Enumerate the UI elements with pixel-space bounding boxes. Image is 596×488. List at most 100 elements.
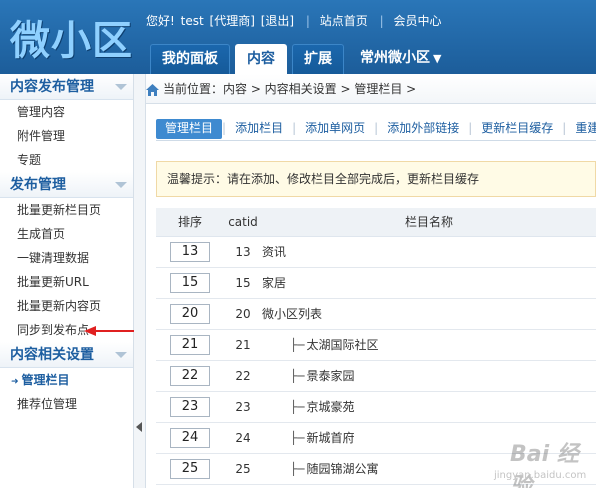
order-input[interactable] <box>170 241 210 262</box>
category-name[interactable]: 新城首府 <box>306 431 354 445</box>
breadcrumb: 当前位置：内容 > 内容相关设置 > 管理栏目 > <box>146 74 596 104</box>
sidebar-item-manage-category[interactable]: ➜ 管理栏目 <box>0 368 133 392</box>
divider <box>156 140 596 141</box>
subnav-add-single-page[interactable]: 添加单网页 <box>296 119 374 139</box>
column-header-catid: catid <box>224 208 262 237</box>
watermark: Bai 经验 jingyan.baidu.com <box>488 430 596 488</box>
sidebar-item-recommend-position[interactable]: 推荐位管理 <box>0 392 133 416</box>
order-input[interactable] <box>170 396 210 417</box>
category-name-cell: ├─ 太湖国际社区 <box>262 329 596 361</box>
collapse-triangle-icon <box>115 352 127 358</box>
catid-cell: 23 <box>224 391 262 423</box>
subnav-rebuild[interactable]: 重建 <box>566 119 596 139</box>
table-row: 15 家居 <box>156 267 596 299</box>
catid-cell: 13 <box>224 236 262 268</box>
sidebar-group-title: 发布管理 <box>10 177 66 193</box>
collapse-triangle-icon <box>115 84 127 90</box>
sidebar-collapse-bar[interactable] <box>134 74 146 488</box>
catid-cell: 22 <box>224 360 262 392</box>
subnav-add-external-link[interactable]: 添加外部链接 <box>378 119 468 139</box>
tab-extend[interactable]: 扩展 <box>292 44 344 74</box>
notice-banner: 温馨提示：请在添加、修改栏目全部完成后，更新栏目缓存 <box>156 161 596 197</box>
category-name-cell: ├─ 景泰家园 <box>262 360 596 392</box>
sidebar-group-content-settings[interactable]: 内容相关设置 <box>0 342 133 368</box>
table-row: 23 ├─京城豪苑 <box>156 391 596 423</box>
sidebar-item-clean-data[interactable]: 一键清理数据 <box>0 246 133 270</box>
sidebar-item-attachments[interactable]: 附件管理 <box>0 124 133 148</box>
category-name[interactable]: 京城豪苑 <box>306 400 354 414</box>
tab-label: 我的面板 <box>162 51 218 67</box>
site-switcher-dropdown[interactable]: 常州微小区 ▼ <box>349 44 452 74</box>
collapse-triangle-icon <box>115 182 127 188</box>
catid-cell: 20 <box>224 298 262 330</box>
member-center-link[interactable]: 会员中心 <box>394 14 442 28</box>
catid-cell: 24 <box>224 422 262 454</box>
sidebar-item-batch-update-category[interactable]: 批量更新栏目页 <box>0 198 133 222</box>
active-arrow-icon: ➜ <box>11 377 19 387</box>
watermark-url: jingyan.baidu.com <box>494 470 587 481</box>
order-input[interactable] <box>170 272 210 293</box>
tab-label: 扩展 <box>304 51 332 67</box>
order-input[interactable] <box>170 458 210 479</box>
main-content: 当前位置：内容 > 内容相关设置 > 管理栏目 > 管理栏目 | 添加栏目 | 添加单网… <box>146 74 596 488</box>
sidebar-item-manage-content[interactable]: 管理内容 <box>0 100 133 124</box>
sidebar-item-label: 管理栏目 <box>21 373 70 387</box>
divider: | <box>379 14 384 28</box>
caret-down-icon: ▼ <box>433 52 442 65</box>
order-input[interactable] <box>170 427 210 448</box>
subnav-add-category[interactable]: 添加栏目 <box>226 119 292 139</box>
category-name[interactable]: 资讯 <box>262 236 596 268</box>
table-header-row: 排序 catid 栏目名称 <box>156 208 596 237</box>
column-header-order: 排序 <box>156 208 224 237</box>
subnav-update-cache[interactable]: 更新栏目缓存 <box>472 119 562 139</box>
catid-cell: 21 <box>224 329 262 361</box>
sidebar-item-batch-update-url[interactable]: 批量更新URL <box>0 270 133 294</box>
sidebar-group-title: 内容相关设置 <box>10 347 94 363</box>
order-input[interactable] <box>170 334 210 355</box>
category-name[interactable]: 家居 <box>262 267 596 299</box>
tree-branch-icon: ├─ <box>290 431 305 445</box>
sidebar-group-publish[interactable]: 发布管理 <box>0 172 133 198</box>
sidebar-group-title: 内容发布管理 <box>10 79 94 95</box>
site-home-link[interactable]: 站点首页 <box>320 14 368 28</box>
divider: | <box>305 14 310 28</box>
tab-content[interactable]: 内容 <box>235 44 287 74</box>
tree-branch-icon: ├─ <box>290 369 305 383</box>
sidebar-group-content-publish[interactable]: 内容发布管理 <box>0 74 133 100</box>
order-input[interactable] <box>170 365 210 386</box>
catid-cell: 15 <box>224 267 262 299</box>
subnav-manage-category[interactable]: 管理栏目 <box>156 119 223 139</box>
username: test <box>180 14 204 28</box>
home-icon <box>146 83 159 96</box>
table-row: 13 资讯 <box>156 236 596 268</box>
tree-branch-icon: ├─ <box>290 338 305 352</box>
tab-my-panel[interactable]: 我的面板 <box>150 44 230 74</box>
sidebar-item-batch-update-content[interactable]: 批量更新内容页 <box>0 294 133 318</box>
tab-label: 内容 <box>247 51 275 67</box>
app-header: 微小区 您好! test [代理商] [退出] | 站点首页 | 会员中心 我的… <box>0 0 596 74</box>
sidebar-item-topics[interactable]: 专题 <box>0 148 133 172</box>
table-row: 20 微小区列表 <box>156 298 596 330</box>
greeting-text: 您好! <box>146 14 175 28</box>
sub-navigation: 管理栏目 | 添加栏目 | 添加单网页 | 添加外部链接 | 更新栏目缓存 | 重建 <box>156 119 596 139</box>
order-input[interactable] <box>170 303 210 324</box>
category-name[interactable]: 微小区列表 <box>262 298 596 330</box>
collapse-left-icon <box>136 422 142 432</box>
tree-branch-icon: ├─ <box>290 462 305 476</box>
breadcrumb-text: 当前位置：内容 > 内容相关设置 > 管理栏目 > <box>163 82 417 96</box>
table-row: 21 ├─太湖国际社区 <box>156 329 596 361</box>
tree-branch-icon: ├─ <box>290 400 305 414</box>
user-role: [代理商] <box>209 14 255 28</box>
logo: 微小区 <box>10 18 133 64</box>
sidebar: 内容发布管理 管理内容 附件管理 专题 发布管理 批量更新栏目页 生成首页 一键… <box>0 74 134 488</box>
main-tabs: 我的面板 内容 扩展 常州微小区 ▼ <box>150 44 457 74</box>
catid-cell: 25 <box>224 453 262 485</box>
category-name[interactable]: 景泰家园 <box>306 369 354 383</box>
category-name[interactable]: 随园锦湖公寓 <box>306 462 378 476</box>
top-user-bar: 您好! test [代理商] [退出] | 站点首页 | 会员中心 <box>146 12 444 29</box>
category-name[interactable]: 太湖国际社区 <box>306 338 378 352</box>
sidebar-item-generate-home[interactable]: 生成首页 <box>0 222 133 246</box>
red-annotation-arrow-icon <box>84 326 134 336</box>
site-switcher-label: 常州微小区 <box>360 50 430 66</box>
logout-link[interactable]: [退出] <box>261 14 294 28</box>
